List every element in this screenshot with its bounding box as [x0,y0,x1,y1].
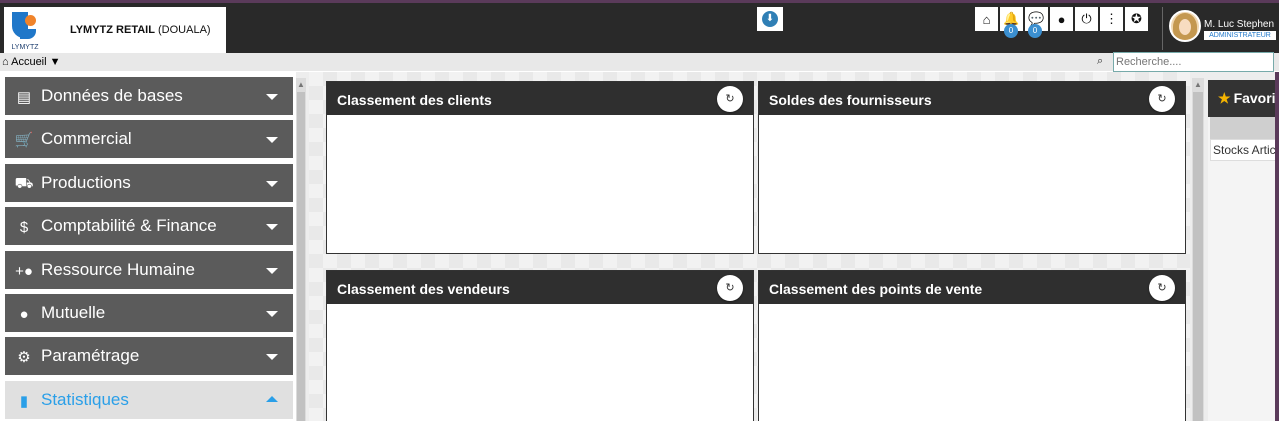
sidebar-item-label: Statistiques [41,390,129,409]
user-name: M. Luc Stephen [1204,19,1275,30]
sidebar-item-productions[interactable]: ⛟ Productions [5,164,293,202]
star-icon: ★ [1218,90,1231,106]
sidebar-item-label: Productions [41,173,131,192]
settings-icon[interactable]: ✪ [1125,7,1148,31]
scroll-up-icon[interactable]: ▲ [296,80,306,89]
chevron-down-icon [266,311,278,317]
sidebar-item-donnees-de-bases[interactable]: ▤ Données de bases [5,77,293,115]
chevron-down-icon [266,94,278,100]
sidebar: ▤ Données de bases 🛒 Commercial ⛟ Produc… [0,72,296,421]
chevron-down-icon [266,268,278,274]
chat-icon[interactable]: 💬 0 [1025,7,1048,38]
messages-badge: 0 [1028,24,1042,38]
notifications-badge: 0 [1004,24,1018,38]
group-add-icon: +● [15,262,33,280]
favorite-item[interactable]: Stocks Articles [1210,139,1279,161]
search-input[interactable] [1113,52,1274,72]
more-vertical-icon[interactable]: ⋮ [1100,7,1123,31]
refresh-icon[interactable]: ↻ [717,86,743,112]
chevron-up-icon [266,396,278,402]
sidebar-item-commercial[interactable]: 🛒 Commercial [5,120,293,158]
scrollbar-thumb[interactable] [297,92,305,421]
sidebar-item-label: Mutuelle [41,303,106,322]
sidebar-item-statistiques[interactable]: ▮ Statistiques [5,381,293,419]
scroll-up-icon[interactable]: ▲ [1192,80,1204,89]
company-logo: LYMYTZ [7,12,43,56]
panel-title: Classement des points de vente [759,271,1185,304]
panel-title: Soldes des fournisseurs [759,82,1185,115]
sidebar-item-mutuelle[interactable]: ● Mutuelle [5,294,293,332]
main-scrollbar[interactable]: ▲ [1192,78,1204,421]
chevron-down-icon [266,224,278,230]
panel-soldes-fournisseurs: Soldes des fournisseurs ↻ [758,81,1186,254]
store-icon: ▤ [16,89,32,106]
toolbar-icons: ⌂ 🔔 0 💬 0 ● ⏻ ⋮ ✪ [975,7,1150,38]
logo-text: LYMYTZ [11,44,39,51]
home-icon: ⌂ [2,56,9,68]
panel-classement-vendeurs: Classement des vendeurs ↻ [326,270,754,421]
sidebar-scrollbar[interactable]: ▲ [296,78,306,421]
home-icon[interactable]: ⌂ [975,7,998,31]
company-location: (DOUALA) [154,24,211,36]
breadcrumb[interactable]: ⌂ Accueil ▼ [2,56,61,68]
truck-icon: ⛟ [14,174,34,192]
caret-down-icon: ▼ [49,56,61,68]
chevron-down-icon [266,354,278,360]
sidebar-item-parametrage[interactable]: ⚙ Paramétrage [5,337,293,375]
breadcrumb-bar: ⌂ Accueil ▼ [0,53,1279,71]
chevron-down-icon [266,181,278,187]
favorites-title: Favoris [1233,90,1279,106]
search-icon: ⌕ [1097,55,1104,67]
top-bar: LYMYTZ LYMYTZ RETAIL (DOUALA) ⬇ ⌂ 🔔 0 💬 0 … [0,0,1279,56]
breadcrumb-label: Accueil [11,56,47,68]
scrollbar-thumb[interactable] [1193,92,1203,421]
sidebar-item-label: Comptabilité & Finance [41,216,217,235]
power-icon[interactable]: ⏻ [1075,7,1098,31]
refresh-icon[interactable]: ↻ [717,275,743,301]
window-edge [1275,72,1279,421]
panel-classement-points-de-vente: Classement des points de vente ↻ [758,270,1186,421]
sidebar-item-label: Données de bases [41,86,183,105]
panel-classement-clients: Classement des clients ↻ [326,81,754,254]
user-role: ADMINISTRATEUR [1204,31,1276,40]
sidebar-item-label: Paramétrage [41,346,140,365]
company-name: LYMYTZ RETAIL (DOUALA) [70,24,211,36]
favorites-toolbar [1210,117,1279,139]
user-profile[interactable]: M. Luc Stephen ADMINISTRATEUR [1162,7,1276,50]
panel-title: Classement des vendeurs [327,271,753,304]
sidebar-item-comptabilite-finance[interactable]: $ Comptabilité & Finance [5,207,293,245]
favorites-panel: ★Favoris Stocks Articles [1208,80,1279,421]
refresh-icon[interactable]: ↻ [1149,275,1175,301]
bell-icon[interactable]: 🔔 0 [1000,7,1023,38]
favorites-header: ★ Favoris [1208,80,1279,117]
user-icon[interactable]: ● [1050,7,1073,31]
app-root: LYMYTZ LYMYTZ RETAIL (DOUALA) ⬇ ⌂ 🔔 0 💬 0 … [0,0,1279,421]
cart-icon: 🛒 [14,132,34,149]
company-header[interactable]: LYMYTZ LYMYTZ RETAIL (DOUALA) [4,7,226,56]
download-circle-icon[interactable]: ⬇ [757,7,783,31]
sidebar-item-label: Commercial [41,129,132,148]
dollar-icon: $ [19,218,29,236]
person-icon: ● [19,305,29,323]
avatar [1169,10,1201,42]
sidebar-item-label: Ressource Humaine [41,260,196,279]
panel-title: Classement des clients [327,82,753,115]
refresh-icon[interactable]: ↻ [1149,86,1175,112]
sidebar-item-ressource-humaine[interactable]: +● Ressource Humaine [5,251,293,289]
chevron-down-icon [266,137,278,143]
gear-icon: ⚙ [17,349,31,366]
bar-chart-icon: ▮ [19,393,29,410]
